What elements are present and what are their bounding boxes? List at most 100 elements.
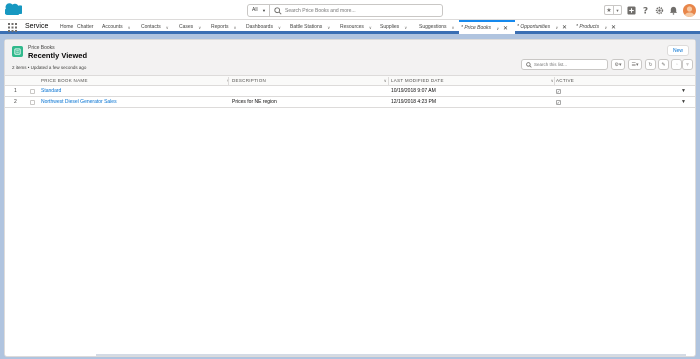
add-icon[interactable] (627, 5, 636, 15)
list-view-title[interactable]: Recently Viewed (28, 51, 87, 60)
chevron-down-icon[interactable]: ∨ (234, 25, 237, 30)
column-divider[interactable] (388, 77, 389, 85)
nav-item-cases[interactable]: Cases ∨ (177, 20, 209, 34)
row-actions-menu[interactable]: ▼ (681, 86, 686, 97)
app-launcher-icon[interactable] (8, 23, 17, 32)
list-view-header: Price Books Recently Viewed 2 items • Up… (5, 40, 695, 76)
help-icon[interactable]: ? (641, 6, 650, 15)
avatar-icon (684, 5, 695, 17)
nav-item-reports[interactable]: Reports ∨ (209, 20, 244, 34)
chevron-down-icon[interactable]: ∨ (128, 25, 131, 30)
nav-item-supplies[interactable]: Supplies ∨ (378, 20, 417, 34)
chevron-down-icon[interactable]: ∨ (384, 76, 387, 86)
refresh-button[interactable]: ↻ (645, 59, 656, 70)
chevron-down-icon: ▼ (262, 8, 266, 13)
salesforce-logo-icon[interactable] (5, 3, 22, 15)
global-header: All ▼ ★ ▼ ? (0, 0, 700, 20)
search-scope-label: All (252, 7, 258, 13)
gear-icon[interactable] (655, 6, 664, 15)
nav-item-contacts[interactable]: Contacts ∨ (139, 20, 177, 34)
nav-item-suggestions[interactable]: Suggestions ∨ (417, 20, 459, 34)
search-icon (274, 7, 282, 15)
display-as-button[interactable]: ☰▾ (628, 59, 642, 70)
price-book-icon (12, 46, 23, 57)
chevron-down-icon[interactable]: ∨ (369, 25, 372, 30)
filter-button[interactable]: ▼ (682, 59, 693, 70)
column-label: Description (232, 78, 267, 83)
global-search: All ▼ (247, 4, 443, 17)
chevron-down-icon[interactable]: ∨ (404, 25, 407, 30)
user-avatar[interactable] (683, 3, 696, 17)
close-icon[interactable]: ✕ (503, 25, 508, 32)
list-view-meta: 2 items • Updated a few seconds ago (12, 65, 87, 70)
table-row: 2 Northwest Diesel Generator Sales Price… (5, 97, 695, 108)
tab-opportunities[interactable]: * Opportunities ∨ ✕ (515, 20, 574, 34)
refresh-icon: ↻ (648, 61, 653, 68)
chevron-down-icon[interactable]: ∨ (604, 25, 607, 30)
last-modified-cell: 10/19/2018 9:07 AM (391, 88, 436, 94)
column-divider[interactable] (228, 77, 229, 85)
app-name: Service (25, 23, 49, 30)
tab-label: * Opportunities (517, 24, 551, 30)
edit-columns-button[interactable]: ✎ (658, 59, 669, 70)
chevron-down-icon[interactable]: ∨ (278, 25, 281, 30)
list-view-card: Price Books Recently Viewed 2 items • Up… (4, 39, 696, 357)
column-header-active[interactable]: Active (556, 76, 676, 86)
description-cell: Prices for NE region (232, 99, 277, 105)
search-scope-dropdown[interactable]: All ▼ (248, 5, 270, 16)
column-header-last-modified[interactable]: Last Modified Date ∨ (391, 76, 554, 86)
nav-item-label: Suggestions (419, 24, 447, 30)
nav-item-label: Home (60, 24, 74, 30)
row-number: 2 (14, 99, 17, 105)
nav-item-chatter[interactable]: Chatter (75, 20, 100, 34)
horizontal-scrollbar[interactable] (96, 354, 686, 356)
nav-item-accounts[interactable]: Accounts ∨ (100, 20, 139, 34)
nav-item-home[interactable]: Home (58, 20, 75, 34)
table-header: Price Book Name ∨ Description ∨ Last Mod… (5, 76, 695, 86)
list-settings-button[interactable]: ⚙▾ (611, 59, 625, 70)
app-nav-bar: Service Home Chatter Accounts ∨ Contacts ∨… (0, 20, 700, 34)
tab-products[interactable]: * Products ∨ ✕ (574, 20, 622, 34)
list-search-input[interactable] (534, 60, 604, 69)
chevron-down-icon[interactable]: ∨ (198, 25, 201, 30)
nav-item-resources[interactable]: Resources ∨ (338, 20, 378, 34)
nav-item-label: Reports (211, 24, 229, 30)
price-book-name-link[interactable]: Northwest Diesel Generator Sales (41, 97, 117, 108)
bell-icon[interactable] (669, 6, 678, 15)
global-search-input[interactable] (285, 5, 435, 16)
chevron-down-icon[interactable]: ∨ (496, 26, 499, 31)
nav-item-label: Contacts (141, 24, 161, 30)
star-icon[interactable]: ★ (605, 6, 613, 14)
last-modified-cell: 12/19/2018 4:23 PM (391, 99, 437, 105)
svg-text:?: ? (643, 6, 648, 14)
nav-item-label: Supplies (380, 24, 400, 30)
nav-item-label: Resources (340, 24, 364, 30)
close-icon[interactable]: ✕ (562, 24, 567, 31)
nav-item-label: Accounts (102, 24, 123, 30)
row-actions-menu[interactable]: ▼ (681, 97, 686, 108)
chevron-down-icon[interactable]: ∨ (555, 25, 558, 30)
tab-label: * Products (576, 24, 600, 30)
close-icon[interactable]: ✕ (611, 24, 616, 31)
price-book-name-link[interactable]: Standard (41, 86, 61, 97)
row-select-checkbox[interactable] (30, 89, 35, 94)
column-label: Price Book Name (41, 78, 88, 83)
chevron-down-icon[interactable]: ∨ (452, 25, 455, 30)
nav-item-battle-stations[interactable]: Battle Stations ∨ (288, 20, 338, 34)
chevron-down-icon[interactable]: ∨ (166, 25, 169, 30)
nav-item-label: Battle Stations (290, 24, 323, 30)
new-button[interactable]: New (667, 45, 689, 56)
column-header-name[interactable]: Price Book Name ∨ (41, 76, 230, 86)
chart-button[interactable]: ◔ (671, 59, 682, 70)
chevron-down-icon[interactable]: ∨ (327, 25, 330, 30)
nav-item-dashboards[interactable]: Dashboards ∨ (244, 20, 288, 34)
column-header-description[interactable]: Description ∨ (232, 76, 387, 86)
search-icon (526, 62, 532, 68)
nav-item-label: Chatter (77, 24, 94, 30)
tab-price-books[interactable]: * Price Books ∨ ✕ (459, 20, 515, 34)
row-number: 1 (14, 88, 17, 94)
chevron-down-icon[interactable]: ▼ (613, 6, 621, 14)
column-divider[interactable] (554, 77, 555, 85)
row-select-checkbox[interactable] (30, 100, 35, 105)
chart-icon: ◔ (674, 61, 679, 68)
